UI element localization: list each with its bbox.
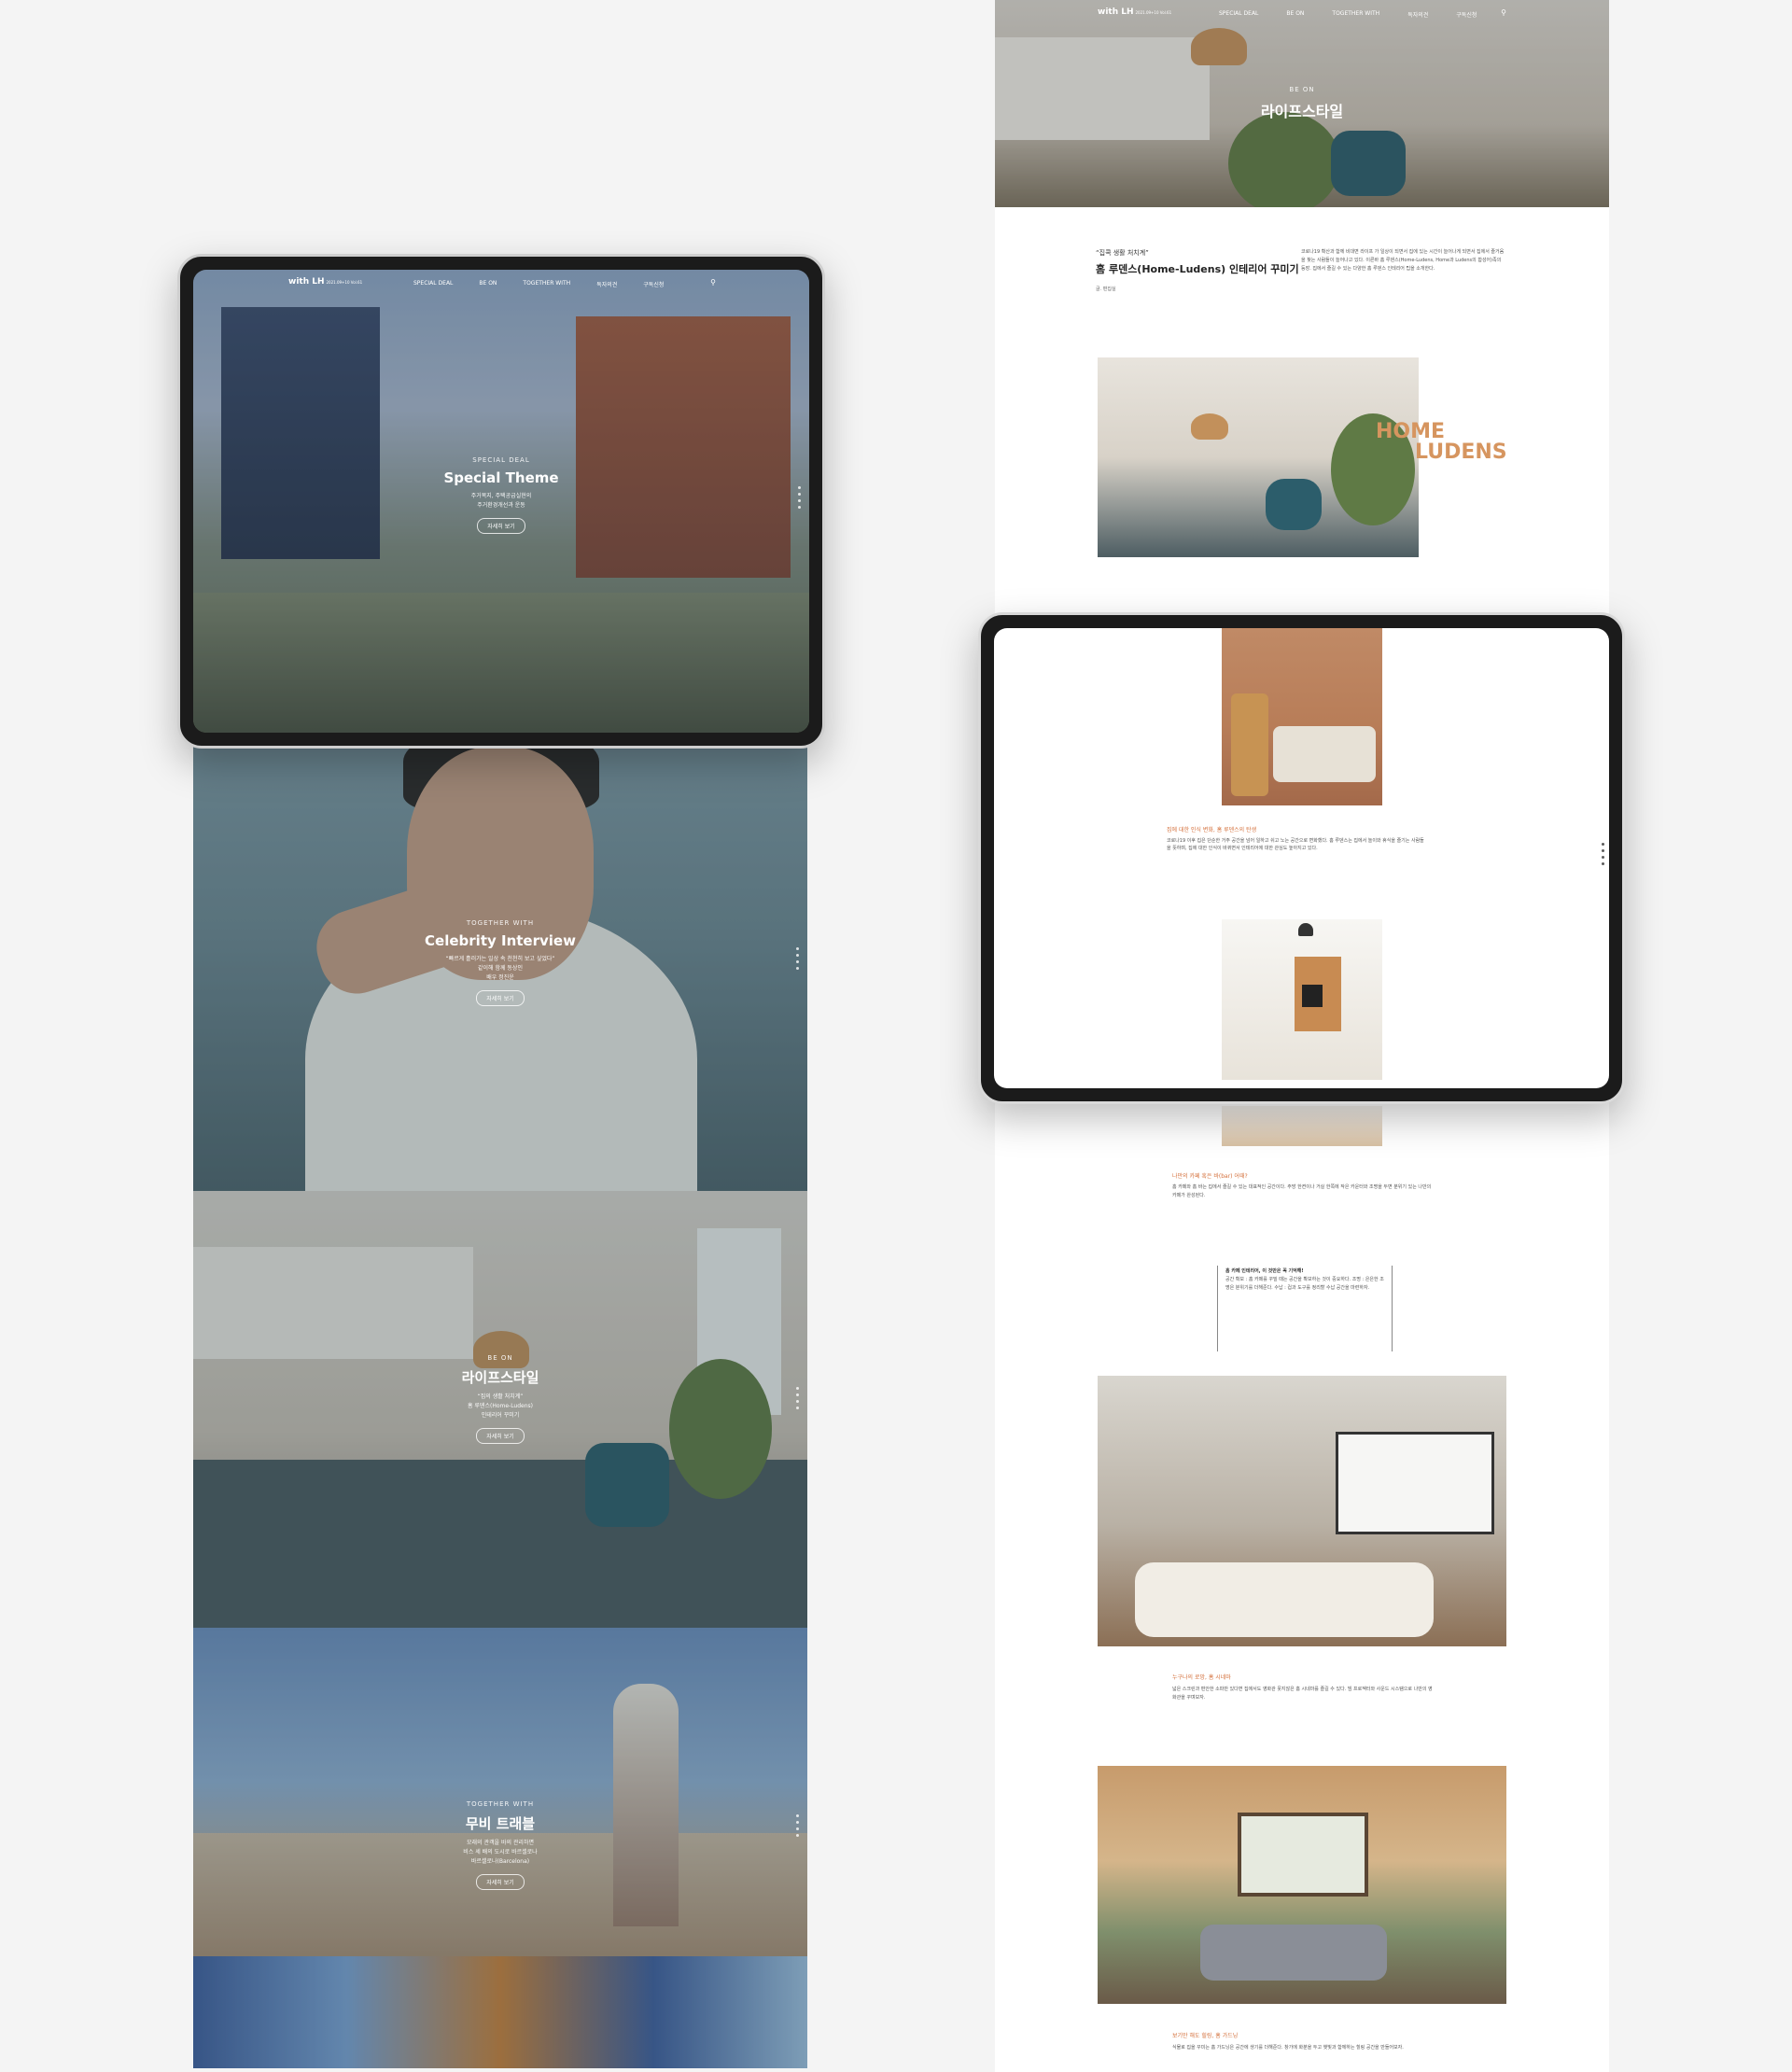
travel-title: 무비 트래블 (465, 1815, 536, 1832)
article-title: 홈 루덴스(Home-Ludens) 인테리어 꾸미기 (1096, 263, 1299, 275)
living-room-couch (1200, 1925, 1387, 1981)
celeb-title: Celebrity Interview (425, 932, 576, 949)
pendant-light (1298, 923, 1313, 936)
ludens-word: LUDENS (1415, 441, 1507, 464)
tip-body: 공간 확보 : 홈 카페를 꾸밀 때는 공간을 확보하는 것이 중요하다. 조명… (1225, 1277, 1384, 1291)
nav-items: SPECIAL DEAL BE ON TOGETHER WITH 독자의견 구독… (413, 280, 664, 288)
article-logo[interactable]: with LH 2021.09+10 Vol.61 (1098, 7, 1171, 17)
section3-heading: 누구나의 로망, 홈 시네마 (1172, 1674, 1231, 1681)
wood-stool (1231, 693, 1268, 796)
article-quote: “집콕 생활 처치계” (1096, 249, 1149, 257)
travel-page-dots[interactable] (796, 1814, 800, 1841)
article-nav-special-deal[interactable]: SPECIAL DEAL (1219, 10, 1258, 19)
celeb-hero-text: TOGETHER WITH Celebrity Interview “빠르게 흘… (193, 919, 807, 1006)
logo-issue: 2021.09+10 Vol.61 (326, 280, 363, 285)
special-hero-text: SPECIAL DEAL Special Theme 주거복지, 주택공급실현의… (193, 456, 809, 534)
section4-body: 식물로 집을 꾸미는 홈 가드닝은 공간에 생기를 더해준다. 창가에 화분을 … (1172, 2045, 1404, 2051)
tablet-article: 집에 대한 인식 변화, 홈 루덴스의 탄생 코로나19 이후 집은 단순한 거… (978, 612, 1625, 1104)
showcase-stage: TOGETHER WITH Celebrity Interview “빠르게 흘… (0, 0, 1792, 2072)
section4-heading: 보기만 해도 힐링, 홈 가드닝 (1172, 2033, 1239, 2039)
travel-subtitle: 모래의 관객을 바의 관리하면 비스 세 배의 도시로 바르셀로나 바르셀로나(… (463, 1840, 538, 1865)
plant-window (1238, 1813, 1368, 1897)
special-title: Special Theme (443, 469, 559, 486)
lifestyle-category: BE ON (487, 1354, 513, 1362)
tablet-section1-heading: 집에 대한 인식 변화, 홈 루덴스의 탄생 (1167, 827, 1257, 833)
lifestyle-section: BE ON 라이프스타일 “집의 생활 처치계” 홈 루덴스(Home-Lude… (193, 1191, 807, 1628)
logo-text: with LH (288, 277, 325, 287)
article-hero-text: BE ON 라이프스타일 (995, 86, 1609, 121)
article-nav-items: SPECIAL DEAL BE ON TOGETHER WITH 독자의견 구독… (1219, 10, 1477, 19)
home-page-dots[interactable] (798, 486, 802, 512)
section3-body: 넓은 스크린과 편안한 소파만 있다면 집에서도 영화관 못지않은 홈 시네마를… (1172, 1687, 1433, 1701)
tablet-article-screen: 집에 대한 인식 변화, 홈 루덴스의 탄생 코로나19 이후 집은 단순한 거… (994, 628, 1609, 1088)
top-nav: with LH 2021.09+10 Vol.61 SPECIAL DEAL BE… (193, 270, 809, 298)
travel-hero-text: TOGETHER WITH 무비 트래블 모래의 관객을 바의 관리하면 비스 … (193, 1800, 807, 1890)
section2-body: 홈 카페와 홈 바는 집에서 즐길 수 있는 대표적인 공간이다. 주방 한켠이… (1172, 1184, 1432, 1198)
special-category: SPECIAL DEAL (472, 456, 530, 464)
travel-more-button[interactable]: 자세히 보기 (476, 1874, 525, 1890)
article-hero: with LH 2021.09+10 Vol.61 SPECIAL DEAL BE… (995, 0, 1609, 207)
tip-box: 홈 카페 인테리어, 이 것만은 꼭 기억해! 공간 확보 : 홈 카페를 꾸밀… (1217, 1266, 1393, 1351)
beige-sofa (1273, 726, 1376, 782)
article-logo-text: with LH (1098, 7, 1134, 17)
kitchen-photo (1098, 357, 1419, 557)
kitchen-lamp (1191, 413, 1228, 440)
celeb-page-dots[interactable] (796, 947, 800, 973)
lifestyle-subtitle: “집의 생활 처치계” 홈 루덴스(Home-Ludens) 인테리어 꾸미기 (467, 1393, 534, 1419)
kitchen-counter-photo (1222, 919, 1382, 1080)
lifestyle-page-dots[interactable] (796, 1387, 800, 1413)
article-intro: 코로나19 확산과 함께 비대면 라이프 가 일상이 되면서 집에 있는 시간이… (1301, 249, 1505, 272)
kitchen-chair (1266, 479, 1322, 530)
article-nav-together-with[interactable]: TOGETHER WITH (1332, 10, 1379, 19)
sofa-photo (1222, 628, 1382, 805)
tip-title: 홈 카페 인테리어, 이 것만은 꼭 기억해! (1225, 1268, 1304, 1274)
lifestyle-title: 라이프스타일 (461, 1369, 539, 1386)
site-logo[interactable]: with LH 2021.09+10 Vol.61 (288, 277, 362, 287)
home-theater-photo (1098, 1376, 1506, 1646)
oven (1302, 985, 1323, 1007)
travel-category: TOGETHER WITH (466, 1800, 535, 1808)
article-nav: with LH 2021.09+10 Vol.61 SPECIAL DEAL BE… (995, 0, 1609, 28)
travel-section: TOGETHER WITH 무비 트래블 모래의 관객을 바의 관리하면 비스 … (193, 1628, 807, 2068)
nav-item-together-with[interactable]: TOGETHER WITH (523, 280, 570, 288)
tablet-section1-body: 코로나19 이후 집은 단순한 거주 공간을 넘어 일하고 쉬고 노는 공간으로… (1167, 838, 1424, 851)
gardening-photo (1098, 1766, 1506, 2004)
celeb-subtitle: “빠르게 흘러가는 일상 속 천천히 보고 싶었다” 같이해 함께 동상인 배우… (445, 956, 555, 981)
tablet-section1: 집에 대한 인식 변화, 홈 루덴스의 탄생 코로나19 이후 집은 단순한 거… (1167, 827, 1428, 852)
nav-item-subscribe[interactable]: 구독신청 (643, 280, 664, 288)
stool-photo (1222, 1106, 1382, 1146)
lifestyle-hero-text: BE ON 라이프스타일 “집의 생활 처치계” 홈 루덴스(Home-Lude… (193, 1354, 807, 1444)
tablet-home-screen: with LH 2021.09+10 Vol.61 SPECIAL DEAL BE… (193, 270, 809, 733)
article-author: 글. 편집실 (1096, 287, 1116, 292)
lifestyle-more-button[interactable]: 자세히 보기 (476, 1428, 525, 1444)
celebrity-section: TOGETHER WITH Celebrity Interview “빠르게 흘… (193, 728, 807, 1191)
special-subtitle: 주거복지, 주택공급실현의 주거환경개선과 운동 (470, 493, 532, 509)
article-logo-issue: 2021.09+10 Vol.61 (1135, 10, 1172, 15)
nav-item-special-deal[interactable]: SPECIAL DEAL (413, 280, 453, 288)
article-search-icon[interactable]: ⚲ (1501, 8, 1506, 17)
projector-screen (1336, 1432, 1494, 1534)
search-icon[interactable]: ⚲ (710, 278, 716, 287)
article-nav-be-on[interactable]: BE ON (1286, 10, 1304, 19)
special-more-button[interactable]: 자세히 보기 (477, 518, 525, 534)
celeb-category: TOGETHER WITH (466, 919, 535, 927)
section-stack: TOGETHER WITH Celebrity Interview “빠르게 흘… (193, 728, 807, 2068)
home-word: HOME (1376, 420, 1446, 443)
celeb-more-button[interactable]: 자세히 보기 (476, 990, 525, 1006)
article-hero-title: 라이프스타일 (1260, 103, 1344, 120)
tablet-home: with LH 2021.09+10 Vol.61 SPECIAL DEAL BE… (177, 254, 825, 749)
article-hero-category: BE ON (1289, 86, 1315, 93)
nav-item-be-on[interactable]: BE ON (479, 280, 497, 288)
sectional-sofa (1135, 1562, 1434, 1637)
article-nav-subscribe[interactable]: 구독신청 (1456, 10, 1477, 19)
tablet-article-dots[interactable] (1602, 843, 1605, 869)
section2-heading: 나만의 카페 혹은 바(bar) 어때? (1172, 1173, 1248, 1180)
article-nav-reader-opinion[interactable]: 독자의견 (1407, 10, 1428, 19)
nav-item-reader-opinion[interactable]: 독자의견 (596, 280, 617, 288)
